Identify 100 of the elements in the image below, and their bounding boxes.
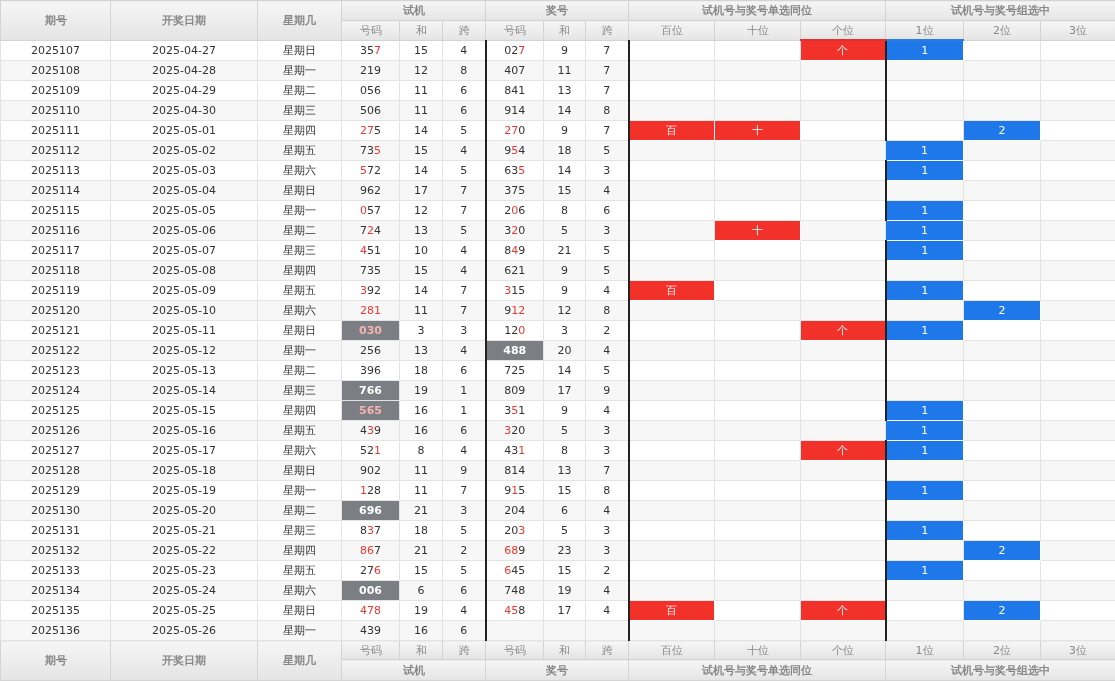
table-cell: 2025-05-09 [110, 280, 258, 301]
column-header: 星期几 [257, 0, 342, 40]
table-cell: 2025127 [0, 440, 111, 461]
table-cell: 275 [341, 120, 400, 141]
column-group-header: 试机号与奖号组选中 [885, 0, 1115, 21]
table-cell: 15 [399, 40, 443, 61]
table-cell: 837 [341, 520, 400, 541]
table-cell: 128 [341, 480, 400, 501]
table-cell: 2025-05-03 [110, 160, 258, 181]
table-cell: 2025114 [0, 180, 111, 201]
table-cell: 2025123 [0, 360, 111, 381]
table-cell: 320 [485, 420, 544, 441]
table-cell: 2025-05-17 [110, 440, 258, 461]
table-cell: 星期二 [257, 80, 342, 101]
table-cell: 621 [485, 260, 544, 281]
column-group-header: 试机 [341, 0, 486, 21]
table-cell: 914 [485, 100, 544, 121]
table-cell: 2025132 [0, 540, 111, 561]
hit-cell: 1 [885, 320, 964, 341]
table-cell: 2025126 [0, 420, 111, 441]
table-cell: 2025110 [0, 100, 111, 121]
table-cell: 11 [399, 80, 443, 101]
table-cell: 2025118 [0, 260, 111, 281]
table-cell: 451 [341, 240, 400, 261]
table-cell: 9 [543, 120, 586, 141]
hit-cell: 1 [885, 40, 964, 61]
table-cell: 912 [485, 300, 544, 321]
table-cell: 星期三 [257, 520, 342, 541]
table-cell: 2025-05-15 [110, 400, 258, 421]
table-cell: 星期四 [257, 120, 342, 141]
table-cell: 2025125 [0, 400, 111, 421]
table-cell: 2025109 [0, 80, 111, 101]
table-cell: 星期日 [257, 40, 342, 61]
hit-cell: 1 [885, 520, 964, 541]
table-cell: 2025-05-01 [110, 120, 258, 141]
table-cell: 14 [543, 160, 586, 181]
table-cell: 2025122 [0, 340, 111, 361]
column-header: 开奖日期 [110, 640, 258, 681]
table-cell: 18 [399, 520, 443, 541]
column-group-header: 试机号与奖号组选中 [885, 659, 1115, 681]
table-cell: 8 [543, 440, 586, 461]
table-cell: 13 [543, 80, 586, 101]
table-cell: 19 [399, 600, 443, 621]
table-cell: 2025-05-07 [110, 240, 258, 261]
table-cell: 17 [543, 600, 586, 621]
highlighted-cell: 488 [485, 340, 544, 361]
table-cell: 375 [485, 180, 544, 201]
table-cell: 396 [341, 360, 400, 381]
table-cell: 2025108 [0, 60, 111, 81]
table-cell: 21 [543, 240, 586, 261]
table-cell: 星期日 [257, 600, 342, 621]
hit-cell: 百 [628, 280, 715, 301]
hit-cell: 1 [885, 200, 964, 221]
table-cell: 2025120 [0, 300, 111, 321]
table-cell: 18 [399, 360, 443, 381]
table-cell: 2025111 [0, 120, 111, 141]
table-cell: 14 [399, 160, 443, 181]
table-cell: 8 [543, 200, 586, 221]
table-cell: 星期四 [257, 400, 342, 421]
table-cell: 14 [543, 360, 586, 381]
table-cell: 056 [341, 80, 400, 101]
table-cell: 2025121 [0, 320, 111, 341]
table-cell: 2025112 [0, 140, 111, 161]
table-cell: 2025116 [0, 220, 111, 241]
table-cell: 2025134 [0, 580, 111, 601]
table-cell: 星期一 [257, 480, 342, 501]
column-header: 期号 [0, 640, 111, 681]
table-cell: 15 [543, 480, 586, 501]
table-cell: 2025-05-19 [110, 480, 258, 501]
table-cell: 2025-05-05 [110, 200, 258, 221]
table-cell: 2025-05-25 [110, 600, 258, 621]
column-header: 期号 [0, 0, 111, 40]
table-cell: 521 [341, 440, 400, 461]
table-cell: 5 [543, 520, 586, 541]
table-cell: 2025128 [0, 460, 111, 481]
table-cell: 2025107 [0, 40, 111, 61]
hit-cell: 1 [885, 480, 964, 501]
table-cell: 809 [485, 380, 544, 401]
table-cell: 2025113 [0, 160, 111, 181]
table-cell: 357 [341, 40, 400, 61]
table-cell: 204 [485, 500, 544, 521]
table-cell: 689 [485, 540, 544, 561]
table-cell: 星期五 [257, 280, 342, 301]
table-cell: 2025-05-13 [110, 360, 258, 381]
table-cell: 2025130 [0, 500, 111, 521]
hit-cell: 1 [885, 400, 964, 421]
table-cell: 407 [485, 60, 544, 81]
column-group-header: 试机号与奖号单选同位 [628, 659, 886, 681]
table-cell: 14 [399, 120, 443, 141]
table-cell: 814 [485, 460, 544, 481]
table-cell: 星期五 [257, 560, 342, 581]
table-cell: 2025117 [0, 240, 111, 261]
table-cell: 2025136 [0, 620, 111, 641]
table-cell: 星期二 [257, 360, 342, 381]
hit-cell: 1 [885, 560, 964, 581]
table-cell: 星期一 [257, 200, 342, 221]
table-cell: 9 [543, 40, 586, 61]
table-cell: 星期六 [257, 440, 342, 461]
table-cell: 2025124 [0, 380, 111, 401]
table-cell: 748 [485, 580, 544, 601]
